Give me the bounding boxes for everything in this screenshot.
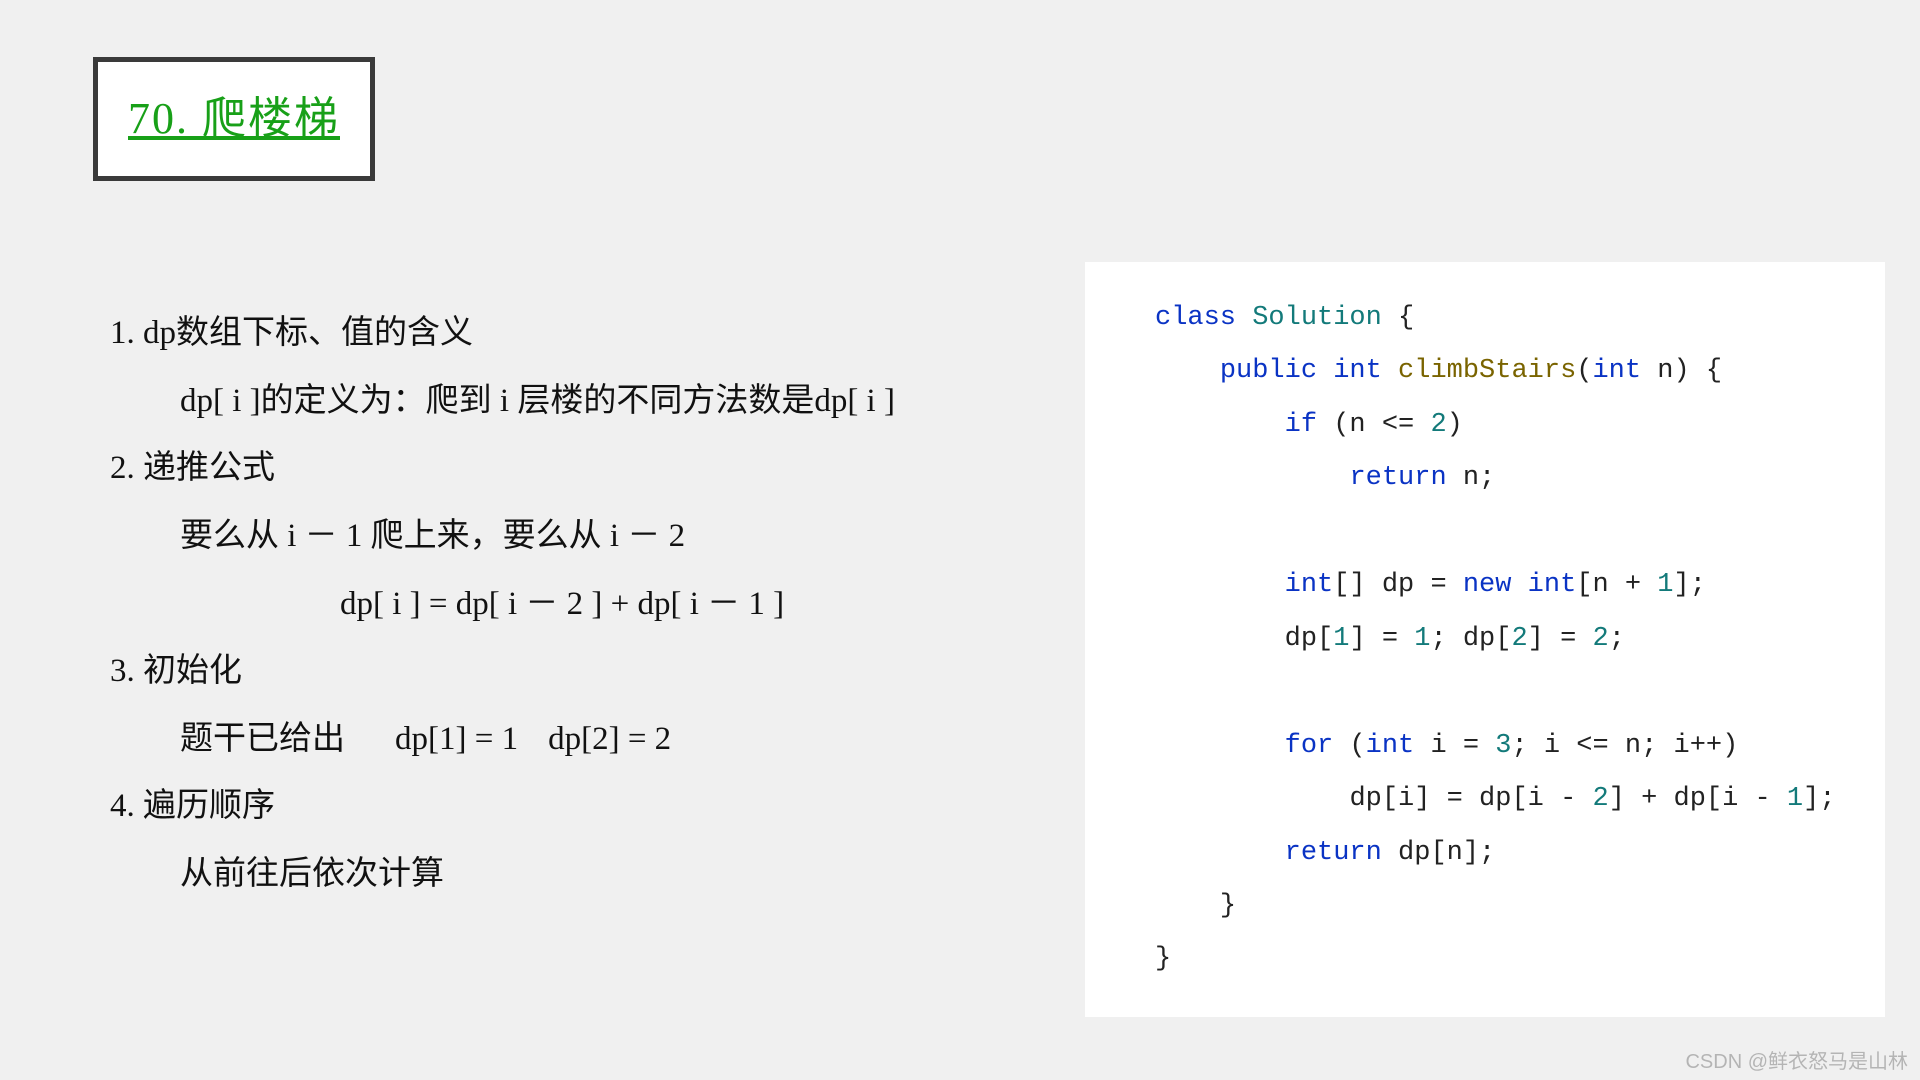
arr-decl-3: ]; — [1674, 570, 1706, 600]
init-1a: dp[ — [1285, 624, 1334, 654]
init-semi: ; dp[ — [1430, 624, 1511, 654]
ty-int-1: int — [1333, 356, 1382, 386]
for-open: ( — [1333, 731, 1365, 761]
fn-name: climbStairs — [1398, 356, 1576, 386]
kw-return-2: return — [1285, 838, 1382, 868]
loop-body-3: ]; — [1803, 784, 1835, 814]
ty-int-3: int — [1285, 570, 1334, 600]
for-i: i = — [1414, 731, 1495, 761]
sig-close: ) { — [1674, 356, 1723, 386]
num-2c: 2 — [1592, 624, 1608, 654]
arr-decl-1: [] dp = — [1333, 570, 1463, 600]
note-l2a: 要么从 i － 1 爬上来，要么从 i － 2 — [110, 503, 1060, 571]
note-h2: 2. 递推公式 — [110, 435, 1060, 503]
ret-n: n; — [1447, 463, 1496, 493]
ty-int-4: int — [1528, 570, 1577, 600]
if-cond-open: (n <= — [1317, 410, 1430, 440]
brace-close-outer: } — [1155, 944, 1171, 974]
init-1b: ] = — [1349, 624, 1414, 654]
note-l3b: dp[1] = 1 — [395, 721, 518, 757]
note-l3c: dp[2] = 2 — [548, 721, 671, 757]
num-1c: 1 — [1414, 624, 1430, 654]
note-h4: 4. 遍历顺序 — [110, 773, 1060, 841]
note-h1: 1. dp数组下标、值的含义 — [110, 300, 1060, 368]
kw-new: new — [1463, 570, 1512, 600]
loop-body-1: dp[i] = dp[i - — [1349, 784, 1592, 814]
problem-title-link[interactable]: 70. 爬楼梯 — [128, 94, 340, 143]
note-l3: 题干已给出 dp[1] = 1 dp[2] = 2 — [110, 706, 1060, 774]
kw-if: if — [1285, 410, 1317, 440]
note-l3a: 题干已给出 — [180, 721, 345, 757]
for-cond: ; i <= n; i++) — [1511, 731, 1738, 761]
notes-block: 1. dp数组下标、值的含义 dp[ i ]的定义为：爬到 i 层楼的不同方法数… — [110, 300, 1060, 909]
title-box: 70. 爬楼梯 — [93, 57, 375, 181]
ty-int-2: int — [1592, 356, 1641, 386]
num-3: 3 — [1495, 731, 1511, 761]
num-2d: 2 — [1592, 784, 1608, 814]
sig-open: ( — [1576, 356, 1592, 386]
param-n: n — [1657, 356, 1673, 386]
kw-return-1: return — [1349, 463, 1446, 493]
kw-public: public — [1220, 356, 1317, 386]
kw-class: class — [1155, 303, 1236, 333]
num-1b: 1 — [1333, 624, 1349, 654]
if-cond-close: ) — [1447, 410, 1463, 440]
code-block: class Solution { public int climbStairs(… — [1085, 262, 1885, 1017]
num-1a: 1 — [1657, 570, 1673, 600]
cls-name: Solution — [1252, 303, 1382, 333]
num-2b: 2 — [1511, 624, 1527, 654]
init-end: ; — [1609, 624, 1625, 654]
note-l4: 从前往后依次计算 — [110, 841, 1060, 909]
init-2b: ] = — [1528, 624, 1593, 654]
watermark: CSDN @鲜衣怒马是山林 — [1685, 1045, 1908, 1074]
brace-open-1: { — [1382, 303, 1414, 333]
ty-int-5: int — [1366, 731, 1415, 761]
ret-dp: dp[n]; — [1382, 838, 1495, 868]
num-2a: 2 — [1430, 410, 1446, 440]
brace-close-inner: } — [1220, 891, 1236, 921]
note-h3: 3. 初始化 — [110, 638, 1060, 706]
num-1d: 1 — [1787, 784, 1803, 814]
note-l2b: dp[ i ] = dp[ i － 2 ] + dp[ i － 1 ] — [110, 571, 1060, 639]
note-l1: dp[ i ]的定义为：爬到 i 层楼的不同方法数是dp[ i ] — [110, 368, 1060, 436]
loop-body-2: ] + dp[i - — [1609, 784, 1787, 814]
arr-decl-2: [n + — [1576, 570, 1657, 600]
kw-for: for — [1285, 731, 1334, 761]
